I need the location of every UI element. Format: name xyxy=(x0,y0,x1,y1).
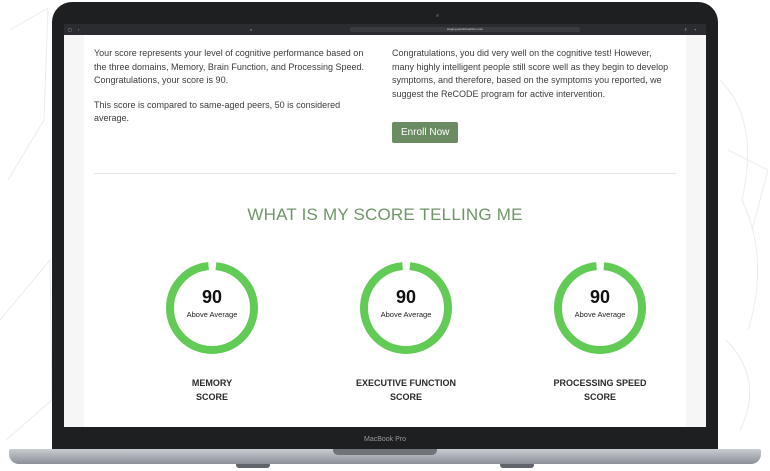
memory-label-line2: SCORE xyxy=(195,392,228,402)
memory-score-rating: Above Average xyxy=(186,310,238,319)
memory-score-value: 90 xyxy=(201,287,223,307)
executive-function-score-value: 90 xyxy=(395,287,417,307)
executive-function-gauge: 90 Above Average xyxy=(358,260,454,356)
processing-speed-label-line1: PROCESSING SPEED xyxy=(553,378,647,388)
sidebar-icon[interactable]: ▢ xyxy=(68,24,72,35)
executive-function-score-rating: Above Average xyxy=(380,310,432,319)
processing-speed-score-value: 90 xyxy=(589,287,611,307)
score-explanation: Your score represents your level of cogn… xyxy=(94,47,370,137)
memory-label-line1: MEMORY xyxy=(191,378,233,388)
browser-toolbar: ▢ ‹ ◐ staging.apollohealthco.com ⇪ + xyxy=(64,24,706,35)
executive-function-score-label: EXECUTIVE FUNCTION SCORE xyxy=(326,376,486,404)
memory-gauge: 90 Above Average xyxy=(164,260,260,356)
share-icon[interactable]: ⇪ xyxy=(684,24,687,35)
executive-function-ring xyxy=(360,262,452,354)
processing-speed-score-label: PROCESSING SPEED SCORE xyxy=(520,376,680,404)
laptop-foot-left xyxy=(236,464,270,468)
recommendation: Congratulations, you did very well on th… xyxy=(392,47,676,143)
section-divider xyxy=(94,173,676,174)
memory-score-label: MEMORY SCORE xyxy=(132,376,292,404)
laptop-notch xyxy=(333,449,437,455)
address-bar[interactable]: staging.apollohealthco.com xyxy=(350,27,580,32)
processing-speed-label-line2: SCORE xyxy=(583,392,616,402)
processing-speed-score-rating: Above Average xyxy=(574,310,626,319)
results-page: Your score represents your level of cogn… xyxy=(84,35,686,427)
processing-speed-gauge: 90 Above Average xyxy=(552,260,648,356)
camera xyxy=(436,14,439,17)
processing-speed-ring xyxy=(554,262,646,354)
section-title: WHAT IS MY SCORE TELLING ME xyxy=(247,205,523,224)
executive-function-label-line1: EXECUTIVE FUNCTION xyxy=(355,378,456,388)
laptop-model-label: MacBook Pro xyxy=(363,436,407,443)
shield-icon: ◐ xyxy=(250,27,253,32)
executive-function-label-line2: SCORE xyxy=(389,392,422,402)
recommendation-text: Congratulations, you did very well on th… xyxy=(392,48,669,99)
laptop-foot-right xyxy=(500,464,534,468)
enroll-now-button[interactable]: Enroll Now xyxy=(392,122,459,143)
score-description: Your score represents your level of cogn… xyxy=(94,48,364,85)
back-icon[interactable]: ‹ xyxy=(78,24,79,35)
new-tab-icon[interactable]: + xyxy=(694,24,696,35)
peer-comparison: This score is compared to same-aged peer… xyxy=(94,99,341,124)
browser-viewport: Your score represents your level of cogn… xyxy=(64,35,706,427)
memory-ring xyxy=(166,262,258,354)
address-text: staging.apollohealthco.com xyxy=(446,27,484,31)
